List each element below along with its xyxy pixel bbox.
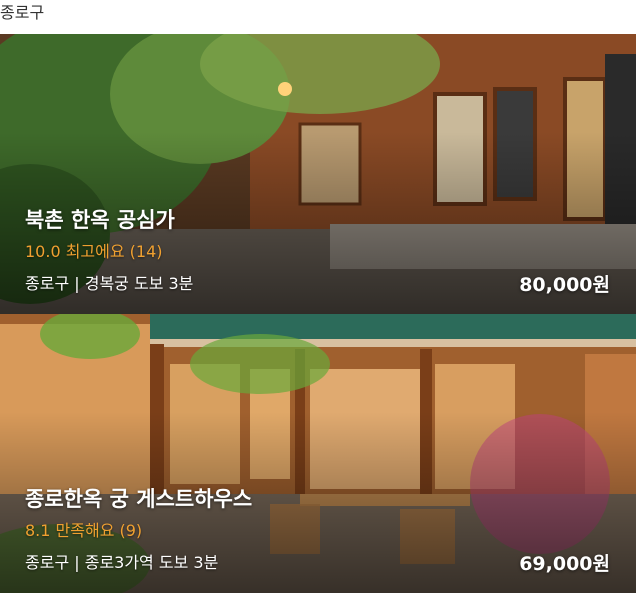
listing-title: 종로한옥 궁 게스트하우스 bbox=[25, 487, 253, 511]
listing-title: 북촌 한옥 공심가 bbox=[25, 208, 175, 232]
listing-price: 80,000원 bbox=[519, 274, 610, 296]
listing-card[interactable]: 북촌 한옥 공심가 10.0 최고에요 (14) 종로구 | 경복궁 도보 3분… bbox=[0, 34, 636, 314]
listing-card[interactable]: 종로한옥 궁 게스트하우스 8.1 만족해요 (9) 종로구 | 종로3가역 도… bbox=[0, 314, 636, 593]
listing-location: 종로구 | 종로3가역 도보 3분 bbox=[25, 553, 219, 572]
region-header: 종로구 bbox=[0, 3, 45, 22]
listing-location: 종로구 | 경복궁 도보 3분 bbox=[25, 274, 194, 293]
listing-price: 69,000원 bbox=[519, 553, 610, 575]
listing-rating: 10.0 최고에요 (14) bbox=[25, 242, 163, 261]
listing-rating: 8.1 만족해요 (9) bbox=[25, 521, 143, 540]
